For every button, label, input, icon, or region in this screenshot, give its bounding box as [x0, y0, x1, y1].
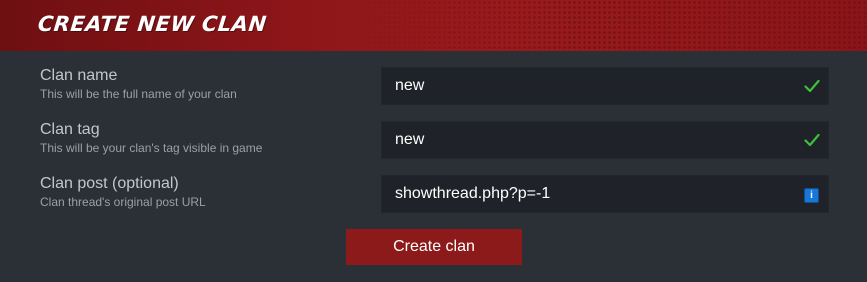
create-clan-button[interactable]: Create clan	[346, 229, 522, 265]
create-clan-panel: CREATE NEW CLAN Clan name This will be t…	[0, 0, 867, 282]
check-icon	[804, 79, 820, 93]
clan-name-description: This will be the full name of your clan	[40, 87, 237, 101]
clan-tag-row: Clan tag This will be your clan's tag vi…	[0, 121, 867, 161]
clan-post-row: Clan post (optional) Clan thread's origi…	[0, 175, 867, 215]
clan-tag-label: Clan tag	[40, 121, 100, 138]
clan-name-row: Clan name This will be the full name of …	[0, 67, 867, 107]
info-icon[interactable]: i	[804, 188, 819, 203]
clan-name-field[interactable]: new	[381, 67, 829, 105]
clan-post-value: showthread.php?p=-1	[395, 185, 551, 202]
clan-tag-value: new	[395, 131, 425, 148]
page-title: CREATE NEW CLAN	[36, 12, 268, 36]
clan-tag-field[interactable]: new	[381, 121, 829, 159]
panel-header: CREATE NEW CLAN	[0, 0, 867, 51]
clan-post-field[interactable]: showthread.php?p=-1 i	[381, 175, 829, 213]
clan-tag-description: This will be your clan's tag visible in …	[40, 141, 263, 155]
clan-post-description: Clan thread's original post URL	[40, 195, 206, 209]
clan-post-label: Clan post (optional)	[40, 175, 179, 192]
check-icon	[804, 133, 820, 147]
clan-name-value: new	[395, 77, 425, 94]
header-halftone-pattern	[347, 0, 867, 51]
clan-name-label: Clan name	[40, 67, 118, 84]
